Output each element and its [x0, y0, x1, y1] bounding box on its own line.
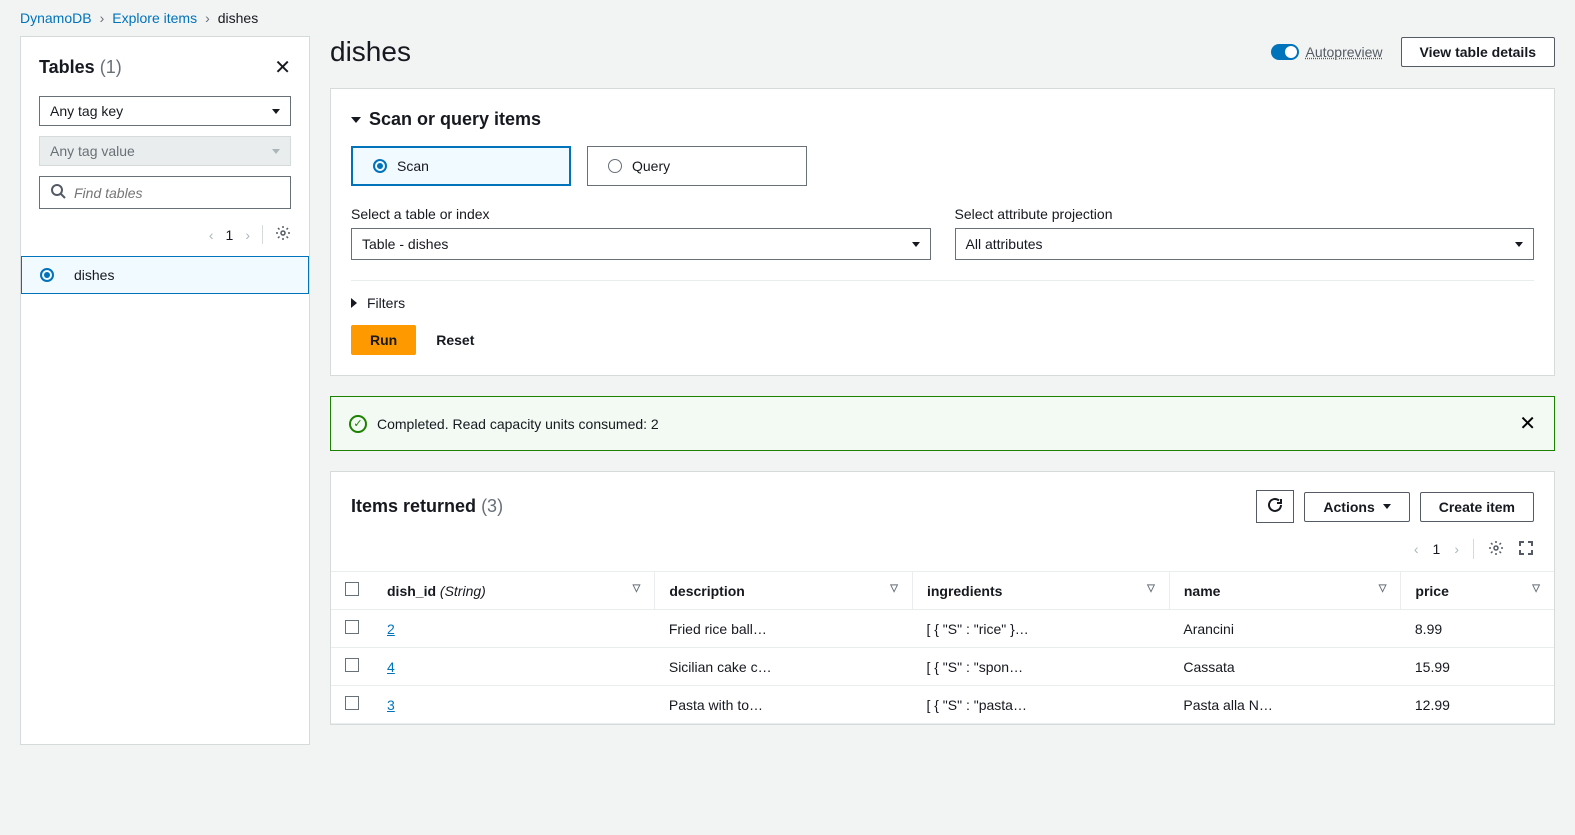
select-all-checkbox[interactable] — [345, 582, 359, 596]
reset-button[interactable]: Reset — [426, 326, 484, 354]
table-item-label: dishes — [74, 267, 114, 283]
cell-description: Pasta with to… — [655, 686, 913, 724]
sort-icon: ▽ — [1147, 583, 1155, 594]
breadcrumb-section[interactable]: Explore items — [112, 10, 197, 26]
create-item-button[interactable]: Create item — [1420, 492, 1534, 522]
next-page-button[interactable]: › — [1454, 541, 1459, 557]
cell-name: Cassata — [1169, 648, 1401, 686]
settings-button[interactable] — [1488, 540, 1504, 559]
row-checkbox[interactable] — [345, 696, 359, 710]
dish-id-link[interactable]: 2 — [387, 621, 395, 637]
cell-price: 12.99 — [1401, 686, 1554, 724]
refresh-icon — [1267, 497, 1283, 513]
prev-page-button[interactable]: ‹ — [209, 227, 214, 243]
cell-ingredients: [ { "S" : "pasta… — [912, 686, 1169, 724]
chevron-down-icon — [272, 109, 280, 114]
row-checkbox[interactable] — [345, 620, 359, 634]
sort-icon: ▽ — [1532, 583, 1540, 594]
search-icon — [50, 183, 66, 202]
find-tables-search[interactable] — [39, 176, 291, 209]
sort-icon: ▽ — [890, 583, 898, 594]
cell-description: Fried rice ball… — [655, 610, 913, 648]
table-row: 3 Pasta with to… [ { "S" : "pasta… Pasta… — [331, 686, 1554, 724]
cell-ingredients: [ { "S" : "spon… — [912, 648, 1169, 686]
chevron-down-icon — [272, 149, 280, 154]
gear-icon — [275, 225, 291, 241]
scan-query-panel: Scan or query items Scan Query Select a … — [330, 88, 1555, 376]
expand-icon — [1518, 540, 1534, 556]
tag-value-select: Any tag value — [39, 136, 291, 166]
row-checkbox[interactable] — [345, 658, 359, 672]
caret-right-icon — [351, 298, 357, 308]
page-number: 1 — [226, 227, 234, 243]
chevron-down-icon — [1383, 504, 1391, 509]
dish-id-link[interactable]: 3 — [387, 697, 395, 713]
results-table: dish_id (String)▽ description▽ ingredien… — [331, 571, 1554, 724]
check-circle-icon: ✓ — [349, 415, 367, 433]
alert-message: Completed. Read capacity units consumed:… — [377, 416, 659, 432]
prev-page-button[interactable]: ‹ — [1414, 541, 1419, 557]
cell-price: 8.99 — [1401, 610, 1554, 648]
table-row: 4 Sicilian cake c… [ { "S" : "spon… Cass… — [331, 648, 1554, 686]
table-select-label: Select a table or index — [351, 206, 931, 222]
next-page-button[interactable]: › — [245, 227, 250, 243]
sort-icon: ▽ — [1379, 583, 1387, 594]
column-header-ingredients[interactable]: ingredients▽ — [912, 572, 1169, 610]
table-row: 2 Fried rice ball… [ { "S" : "rice" }… A… — [331, 610, 1554, 648]
column-header-dish_id[interactable]: dish_id (String)▽ — [373, 572, 655, 610]
items-returned-panel: Items returned (3) Actions Create item ‹… — [330, 471, 1555, 725]
dish-id-link[interactable]: 4 — [387, 659, 395, 675]
autopreview-toggle[interactable] — [1271, 44, 1299, 60]
close-sidebar-button[interactable]: ✕ — [274, 55, 291, 80]
radio-checked-icon — [40, 268, 54, 282]
tag-key-select[interactable]: Any tag key — [39, 96, 291, 126]
filters-toggle[interactable]: Filters — [351, 280, 1534, 325]
chevron-right-icon: › — [100, 10, 105, 26]
success-alert: ✓ Completed. Read capacity units consume… — [330, 396, 1555, 451]
table-item-dishes[interactable]: dishes — [21, 256, 309, 294]
settings-button[interactable] — [262, 225, 291, 244]
breadcrumb-service[interactable]: DynamoDB — [20, 10, 92, 26]
run-button[interactable]: Run — [351, 325, 416, 355]
column-header-description[interactable]: description▽ — [655, 572, 913, 610]
breadcrumb-current: dishes — [218, 10, 258, 26]
cell-description: Sicilian cake c… — [655, 648, 913, 686]
sidebar-title: Tables (1) — [39, 57, 122, 78]
chevron-down-icon — [912, 242, 920, 247]
chevron-right-icon: › — [205, 10, 210, 26]
cell-name: Arancini — [1169, 610, 1401, 648]
fullscreen-button[interactable] — [1518, 540, 1534, 559]
sort-icon: ▽ — [633, 583, 641, 594]
page-title: dishes — [330, 36, 411, 68]
page-number: 1 — [1433, 541, 1441, 557]
view-table-details-button[interactable]: View table details — [1401, 37, 1555, 67]
chevron-down-icon — [1515, 242, 1523, 247]
cell-ingredients: [ { "S" : "rice" }… — [912, 610, 1169, 648]
column-header-price[interactable]: price▽ — [1401, 572, 1554, 610]
cell-name: Pasta alla N… — [1169, 686, 1401, 724]
refresh-button[interactable] — [1256, 490, 1294, 523]
caret-down-icon — [351, 117, 361, 123]
actions-button[interactable]: Actions — [1304, 492, 1409, 522]
query-radio[interactable]: Query — [587, 146, 807, 186]
main-content: dishes Autopreview View table details Sc… — [330, 36, 1555, 745]
tables-sidebar: Tables (1) ✕ Any tag key Any tag value ‹… — [20, 36, 310, 745]
find-tables-input[interactable] — [74, 185, 280, 201]
projection-select-label: Select attribute projection — [955, 206, 1535, 222]
alert-close-button[interactable]: ✕ — [1519, 411, 1536, 436]
gear-icon — [1488, 540, 1504, 556]
scan-query-header[interactable]: Scan or query items — [351, 109, 1534, 130]
column-header-name[interactable]: name▽ — [1169, 572, 1401, 610]
table-select[interactable]: Table - dishes — [351, 228, 931, 260]
breadcrumb: DynamoDB › Explore items › dishes — [0, 0, 1575, 36]
cell-price: 15.99 — [1401, 648, 1554, 686]
scan-radio[interactable]: Scan — [351, 146, 571, 186]
radio-empty-icon — [608, 159, 622, 173]
projection-select[interactable]: All attributes — [955, 228, 1535, 260]
items-title: Items returned (3) — [351, 496, 503, 517]
autopreview-label[interactable]: Autopreview — [1305, 44, 1382, 60]
radio-checked-icon — [373, 159, 387, 173]
